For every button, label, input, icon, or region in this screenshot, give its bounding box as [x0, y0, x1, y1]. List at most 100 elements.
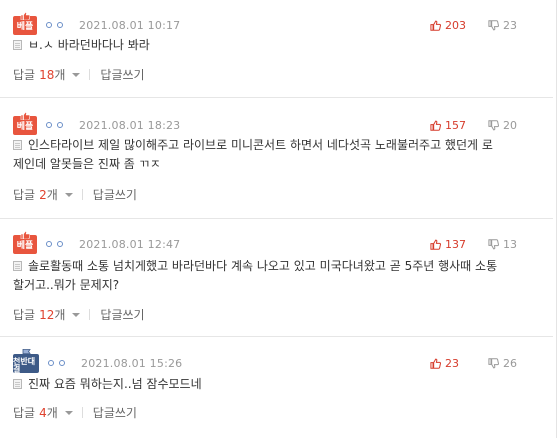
thumbs-up-icon: [430, 120, 441, 131]
reply-count: 12: [39, 308, 55, 322]
reply-unit: 개: [46, 406, 58, 420]
vote-box: 157 20: [430, 114, 517, 136]
comment-body: 진짜 요즘 뭐하는지..넘 잠수모드네: [13, 375, 533, 394]
comment-text-line: 진짜 요즘 뭐하는지..넘 잠수모드네: [28, 377, 202, 391]
thumbs-up-icon: [20, 11, 30, 20]
comment-date: 2021.08.01 10:17: [79, 18, 181, 32]
write-reply-button[interactable]: 답글쓰기: [100, 66, 144, 83]
chevron-down-icon[interactable]: [72, 312, 81, 317]
upvote-count: 157: [445, 118, 466, 132]
downvote-count: 26: [503, 356, 517, 370]
upvote-button[interactable]: 203: [430, 19, 488, 32]
comment-item: 베플 2021.08.01 18:23 157 20 인스타라이브 제일 많이해…: [0, 111, 553, 214]
chevron-down-icon[interactable]: [64, 410, 73, 415]
thumbs-up-icon: [20, 111, 30, 120]
downvote-button[interactable]: 20: [488, 119, 517, 132]
comment-date: 2021.08.01 12:47: [79, 237, 181, 251]
downvote-count: 23: [503, 18, 517, 32]
chevron-down-icon[interactable]: [64, 192, 73, 197]
comment-divider: [0, 336, 553, 337]
comment-actions: 답글 4개 답글쓰기: [13, 404, 137, 421]
thumbs-down-icon: [488, 357, 499, 368]
reply-unit: 개: [54, 308, 66, 322]
upvote-count: 137: [445, 237, 466, 251]
badge-label: 베플: [16, 22, 34, 32]
reply-toggle[interactable]: 답글 4개: [13, 404, 58, 421]
downvote-button[interactable]: 13: [488, 238, 517, 251]
comment-text-line: ㅂ.ㅅ 바라던바다나 봐라: [28, 38, 150, 52]
comment-actions: 답글 12개 답글쓰기: [13, 306, 145, 323]
comment-divider: [0, 97, 553, 98]
thumbs-down-icon: [488, 119, 499, 130]
reply-count: 4: [39, 406, 47, 420]
divider: [89, 309, 91, 320]
write-reply-button[interactable]: 답글쓰기: [100, 306, 144, 323]
downvote-count: 20: [503, 118, 517, 132]
best-comment-badge: 베플: [13, 111, 37, 135]
comment-item: 베플 2021.08.01 10:17 203 23 ㅂ.ㅅ 바라던바다나 봐라…: [0, 11, 553, 94]
downvote-button[interactable]: 23: [488, 19, 517, 32]
comment-item: 베플 2021.08.01 12:47 137 13 솔로활동때 소통 넘치게했…: [0, 230, 553, 333]
upvote-button[interactable]: 137: [430, 238, 488, 251]
comment-item: 천반대결 2021.08.01 15:26 23 26 진짜 요즘 뭐하는지..…: [0, 348, 553, 432]
downvote-button[interactable]: 26: [488, 357, 517, 370]
upvote-count: 203: [445, 18, 466, 32]
right-border: [556, 0, 557, 438]
comment-divider: [0, 218, 553, 219]
reply-label: 답글: [13, 308, 36, 322]
thumbs-up-icon: [20, 230, 30, 239]
comment-text-line: 인스타라이브 제일 많이해주고 라이브로 미니콘서트 하면서 네다섯곡 노래불러…: [28, 138, 493, 152]
document-icon: [13, 261, 22, 271]
upvote-button[interactable]: 23: [430, 357, 488, 370]
comment-date: 2021.08.01 18:23: [79, 118, 181, 132]
comment-body: 인스타라이브 제일 많이해주고 라이브로 미니콘서트 하면서 네다섯곡 노래불러…: [13, 136, 533, 174]
comment-body: ㅂ.ㅅ 바라던바다나 봐라: [13, 36, 533, 55]
reply-toggle[interactable]: 답글 18개: [13, 66, 65, 83]
downvote-count: 13: [503, 237, 517, 251]
author-masked: [46, 22, 63, 28]
document-icon: [13, 140, 22, 150]
reply-label: 답글: [13, 188, 36, 202]
reply-label: 답글: [13, 406, 36, 420]
upvote-count: 23: [445, 356, 459, 370]
write-reply-button[interactable]: 답글쓰기: [93, 404, 137, 421]
reply-unit: 개: [46, 188, 58, 202]
badge-label: 천반대결: [13, 356, 36, 374]
thumbs-down-icon: [488, 19, 499, 30]
comment-text-line: 솔로활동때 소통 넘치게했고 바라던바다 계속 나오고 있고 미국다녀왔고 곧 …: [28, 259, 498, 273]
reply-toggle[interactable]: 답글 12개: [13, 306, 65, 323]
reply-label: 답글: [13, 68, 36, 82]
reply-toggle[interactable]: 답글 2개: [13, 186, 58, 203]
comment-body: 솔로활동때 소통 넘치게했고 바라던바다 계속 나오고 있고 미국다녀왔고 곧 …: [13, 257, 533, 295]
thumbs-down-icon: [488, 238, 499, 249]
vote-box: 203 23: [430, 14, 517, 36]
reply-count: 2: [39, 188, 47, 202]
vote-box: 23 26: [430, 352, 517, 374]
chevron-down-icon[interactable]: [72, 72, 81, 77]
flag-icon: [22, 348, 31, 356]
divider: [89, 69, 91, 80]
thumbs-up-icon: [430, 239, 441, 250]
comment-date: 2021.08.01 15:26: [81, 356, 183, 370]
best-comment-badge: 베플: [13, 230, 37, 254]
author-masked: [48, 360, 65, 366]
document-icon: [13, 40, 22, 50]
vote-box: 137 13: [430, 233, 517, 255]
comment-text-line: 할거고..뭐가 문제지?: [13, 278, 120, 292]
rival-comment-badge: 천반대결: [13, 348, 39, 374]
divider: [81, 189, 83, 200]
badge-label: 베플: [16, 122, 34, 132]
reply-count: 18: [39, 68, 55, 82]
divider: [81, 407, 83, 418]
comment-text-line: 제인데 알못들은 진짜 좀 ㄲㅈ: [13, 157, 161, 171]
upvote-button[interactable]: 157: [430, 119, 488, 132]
thumbs-up-icon: [430, 358, 441, 369]
reply-unit: 개: [54, 68, 66, 82]
thumbs-up-icon: [430, 20, 441, 31]
comment-actions: 답글 18개 답글쓰기: [13, 66, 145, 83]
comment-actions: 답글 2개 답글쓰기: [13, 186, 137, 203]
author-masked: [46, 241, 63, 247]
document-icon: [13, 379, 22, 389]
write-reply-button[interactable]: 답글쓰기: [93, 186, 137, 203]
best-comment-badge: 베플: [13, 11, 37, 35]
